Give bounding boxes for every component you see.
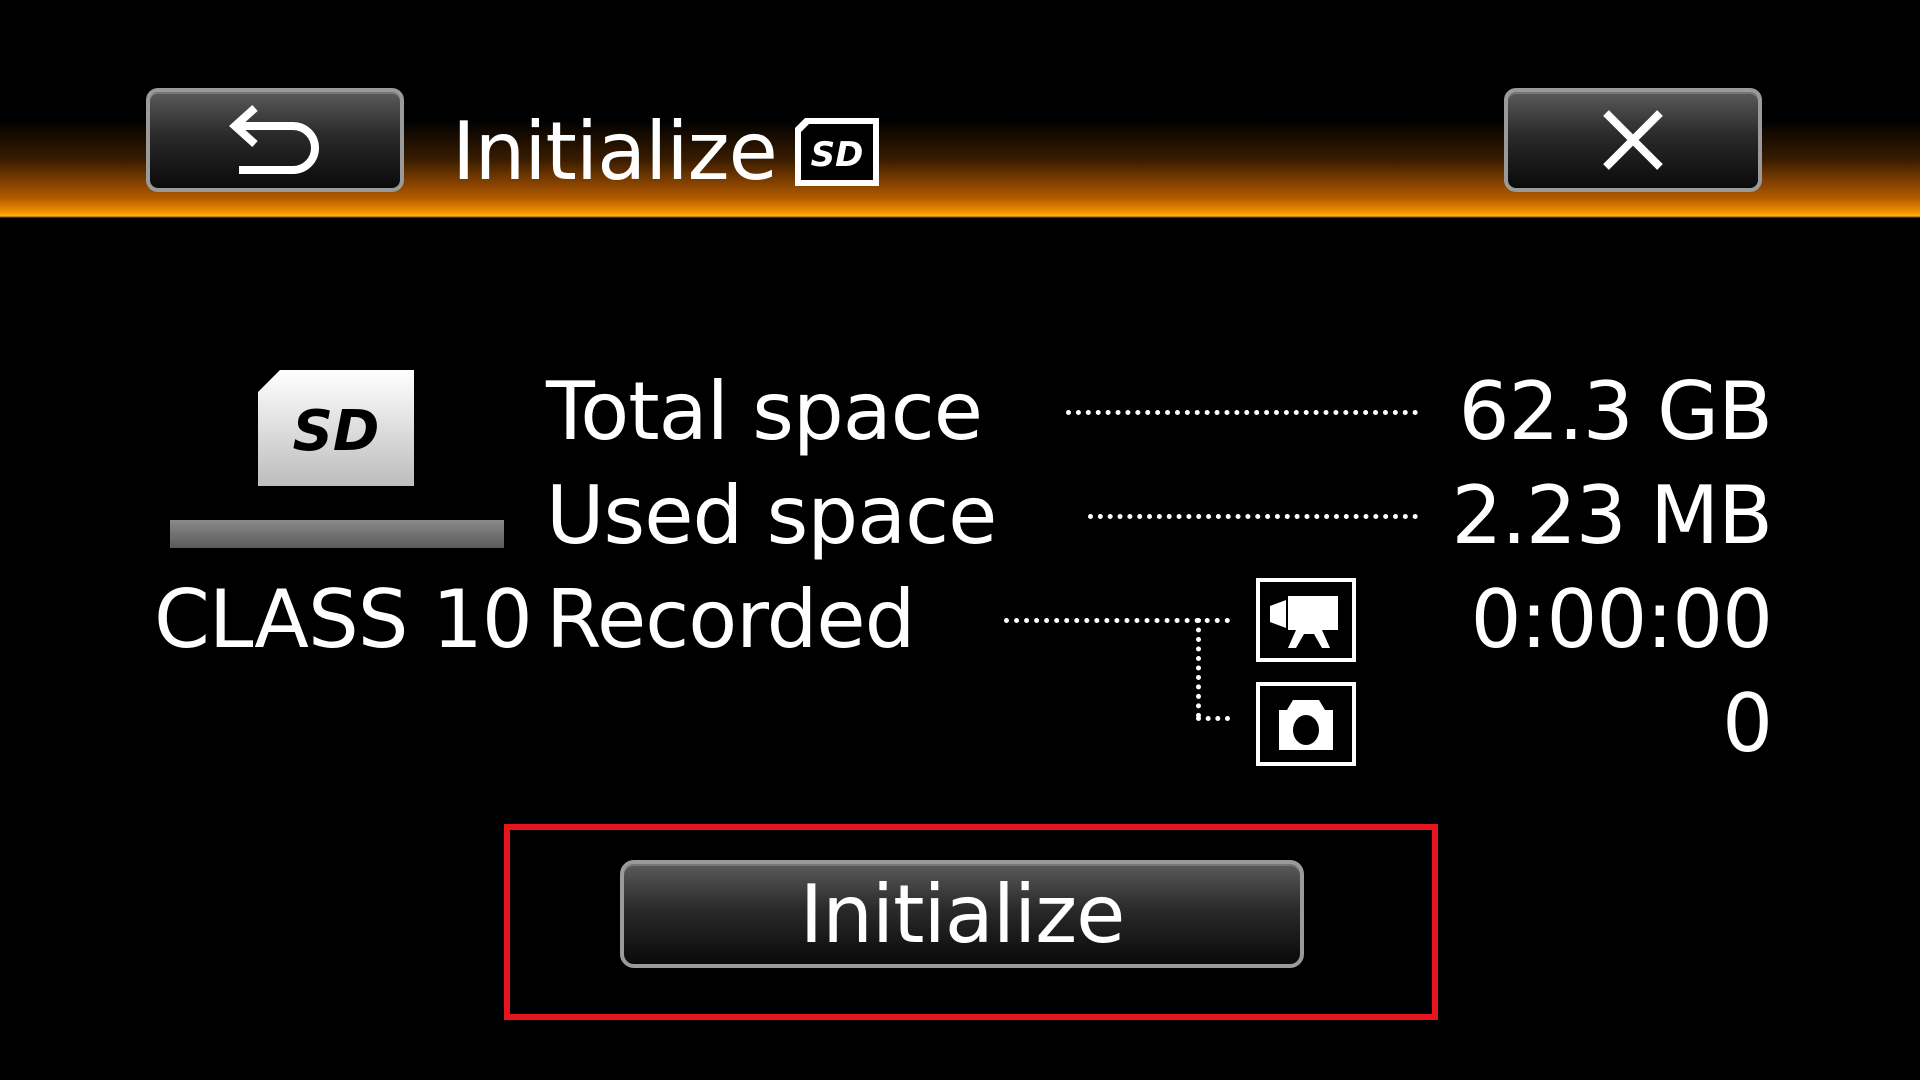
recorded-time-value: 0:00:00 (1470, 573, 1773, 666)
close-icon (1603, 110, 1663, 170)
card-class-label: CLASS 10 (154, 573, 533, 666)
recorded-label: Recorded (546, 573, 915, 666)
total-space-label: Total space (546, 365, 983, 458)
close-button[interactable] (1504, 88, 1762, 192)
leader-dots (1088, 514, 1418, 519)
leader-dots (1196, 618, 1201, 718)
page-title: Initialize SD (452, 112, 883, 192)
initialize-button[interactable]: Initialize (620, 860, 1304, 968)
back-arrow-icon (229, 105, 319, 174)
svg-text:SD: SD (293, 399, 380, 464)
photo-camera-icon (1256, 682, 1356, 766)
used-space-value: 2.23 MB (1451, 469, 1773, 562)
svg-text:SD: SD (810, 135, 863, 175)
sd-card-icon: SD (258, 370, 414, 486)
sd-card-icon: SD (794, 118, 879, 186)
photo-count-value: 0 (1722, 677, 1773, 770)
leader-dots (1066, 410, 1418, 415)
movie-camera-icon (1256, 578, 1356, 662)
used-space-label: Used space (546, 469, 997, 562)
back-button[interactable] (146, 88, 404, 192)
page-title-text: Initialize (452, 105, 778, 198)
leader-dots (1196, 716, 1230, 721)
total-space-value: 62.3 GB (1458, 365, 1773, 458)
card-capacity-bar (170, 520, 504, 548)
